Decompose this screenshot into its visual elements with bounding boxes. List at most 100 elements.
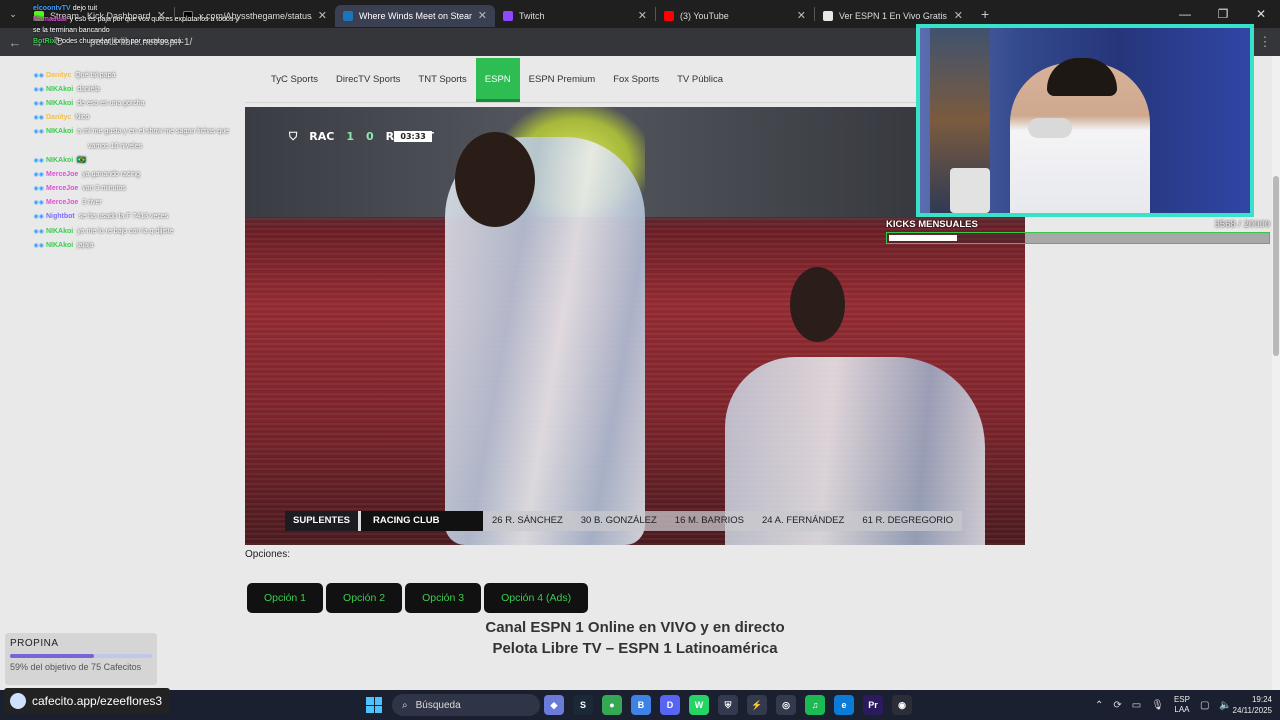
chat-text: vamos 10 niveles [88,142,143,150]
nav-espn-premium[interactable]: ESPN Premium [520,58,605,102]
chat-badge-icon: ◉◉ [33,214,44,221]
chat-user: elcoontvTV [33,5,71,12]
chat-badge-icon: ◉◉ [33,228,44,235]
steam-favicon-icon [343,10,353,21]
mic-icon[interactable]: 🎙 [1151,700,1164,711]
taskbar-clock[interactable]: 19:24 24/11/2025 [1233,694,1272,716]
shield-icon[interactable]: ⛨ [718,695,738,715]
chat-message: ◉◉ Nightbot se ha usado la F 7413 veces [24,210,264,224]
menu-dots-icon[interactable]: ⋮ [1254,34,1276,50]
obs-icon[interactable]: ◉ [892,695,912,715]
chat-user: MamaJuar [33,16,68,23]
tab-close-icon[interactable]: ✕ [954,9,963,22]
nav-fox-sports[interactable]: Fox Sports [604,58,668,102]
spotify-icon[interactable]: ♫ [805,695,825,715]
back-arrow-icon[interactable]: ← [4,35,26,50]
new-tab-plus-icon[interactable]: + [981,6,989,22]
chat-message: ◉◉ NIKAkoi ya me lo re bajo con la q dijis… [24,224,264,238]
video-player[interactable]: ⛉ RAC 1 0 RIV 1T 03:33 SUPLENTES RACING … [245,107,1025,545]
tab-list-chevron-icon[interactable]: ⌄ [0,9,26,20]
lineup-player: 26 R. SÁNCHEZ [492,515,563,526]
chat-message: ◉◉ NIKAkoi a mí me gusta y en el show me s… [24,125,264,139]
cafecito-logo-icon [10,693,26,709]
scorebug: ⛉ RAC 1 0 RIV 1T 03:33 [283,127,440,147]
chat-message: ◉◉ MerceJoe ya ganando racing [24,167,264,181]
match-clock: 03:33 [394,131,432,142]
chat-user: NIKAkoi [46,156,74,164]
tip-text: 59% del objetivo de 75 Cafecitos [10,662,142,672]
kicks-progress-bar [886,232,1270,244]
tab-where-winds-meet[interactable]: Where Winds Meet on Steam ✕ [335,4,495,27]
stream-chat-overlay: ◉◉ Danityc Qué tal papá ◉◉ NIKAkoi daniela ◉◉ N… [24,68,264,252]
nav-directv-sports[interactable]: DirecTV Sports [327,58,409,102]
system-tray: ⌃ ⟳ ▭ 🎙 ESP LAA ▢ 🔈 [1095,690,1232,720]
language-indicator[interactable]: ESP LAA [1174,695,1190,715]
bolt-icon[interactable]: ⚡ [747,695,767,715]
kicks-goal-widget: KICKS MENSUALES 3568 / 20000 [886,219,1270,244]
away-score: 0 [365,130,374,143]
chat-badge-icon: ◉◉ [33,72,44,79]
globe-icon[interactable]: ◎ [776,695,796,715]
chat-message: vamos 10 niveles [24,139,264,153]
twitch-favicon-icon [503,10,513,21]
copilot-icon[interactable]: ◆ [544,695,564,715]
steam-icon[interactable]: S [573,695,593,715]
tab-close-icon[interactable]: ✕ [797,9,806,22]
tab-youtube[interactable]: (3) YouTube ✕ [656,5,814,27]
premiere-icon[interactable]: Pr [863,695,883,715]
chat-text: Qué tal papá [75,71,116,79]
chat-badge-icon: ◉◉ [33,171,44,178]
chrome-icon[interactable]: ● [602,695,622,715]
page-scrollbar[interactable] [1272,56,1280,690]
sync-icon[interactable]: ⟳ [1113,700,1121,711]
option-2-button[interactable]: Opción 2 [326,583,403,613]
lineup-player: 24 A. FERNÁNDEZ [761,515,845,526]
edge-icon[interactable]: e [834,695,854,715]
tip-goal-widget: PROPINA 59% del objetivo de 75 Cafecitos [5,633,157,685]
lineup-club: RACING CLUB [358,511,484,531]
youtube-favicon-icon [664,10,674,21]
nav-tv-publica[interactable]: TV Pública [668,58,732,102]
windows-start-icon[interactable] [366,697,382,713]
tip-progress-fill [10,654,94,658]
betterdiscord-icon[interactable]: B [631,695,651,715]
chat-text: 3 river [82,199,102,207]
nav-tnt-sports[interactable]: TNT Sports [409,58,475,102]
chat-message: ◉◉ NIKAkoi daniela [24,82,264,96]
chat-message: ◉◉ NIKAkoi 🇧🇷 [24,153,264,167]
chat-user: NIKAkoi [46,241,74,249]
channel-nav: TyC Sports DirecTV Sports TNT Sports ESP… [262,58,732,102]
nav-espn[interactable]: ESPN [475,58,520,102]
nav-tyc-sports[interactable]: TyC Sports [262,58,327,102]
chat-badge-icon: ◉◉ [33,186,44,193]
speaker-icon[interactable]: 🔈 [1219,700,1231,711]
tab-close-icon[interactable]: ✕ [318,9,327,22]
cup-image [950,168,990,213]
option-1-button[interactable]: Opción 1 [247,583,324,613]
kicks-count: 3568 / 20000 [1214,219,1270,230]
chat-text: Nico [75,114,90,122]
option-3-button[interactable]: Opción 3 [405,583,482,613]
whatsapp-icon[interactable]: W [689,695,709,715]
chat-badge-icon: ◉◉ [33,100,44,107]
tab-close-icon[interactable]: ✕ [638,9,647,22]
display-icon[interactable]: ▢ [1200,700,1209,711]
tray-chevron-icon[interactable]: ⌃ [1095,700,1103,711]
tab-close-icon[interactable]: ✕ [478,9,487,22]
cafecito-url: cafecito.app/ezeeflores3 [32,694,163,708]
chat-text: jajaja [77,241,94,249]
option-4-ads-button[interactable]: Opción 4 (Ads) [484,583,589,613]
discord-icon[interactable]: D [660,695,680,715]
chat-message: ◉◉ NIKAkoi de eso es una gorcha [24,96,264,110]
tab-twitch[interactable]: Twitch ✕ [495,5,655,27]
cast-icon[interactable]: ▭ [1132,700,1141,711]
home-team: RAC [309,130,335,143]
chat-message: ◉◉ NIKAkoi jajaja [24,238,264,252]
home-score: 1 [346,130,354,143]
chat-text: de eso es una gorcha [77,99,145,107]
chat-user: BotRix [33,38,56,45]
chat-badge-icon: ◉◉ [33,157,44,164]
webcam-overlay [916,24,1254,217]
taskbar-search[interactable]: ⌕ Búsqueda [392,694,540,716]
options-group: Opción 1 Opción 2 Opción 3 Opción 4 (Ads… [247,583,589,613]
